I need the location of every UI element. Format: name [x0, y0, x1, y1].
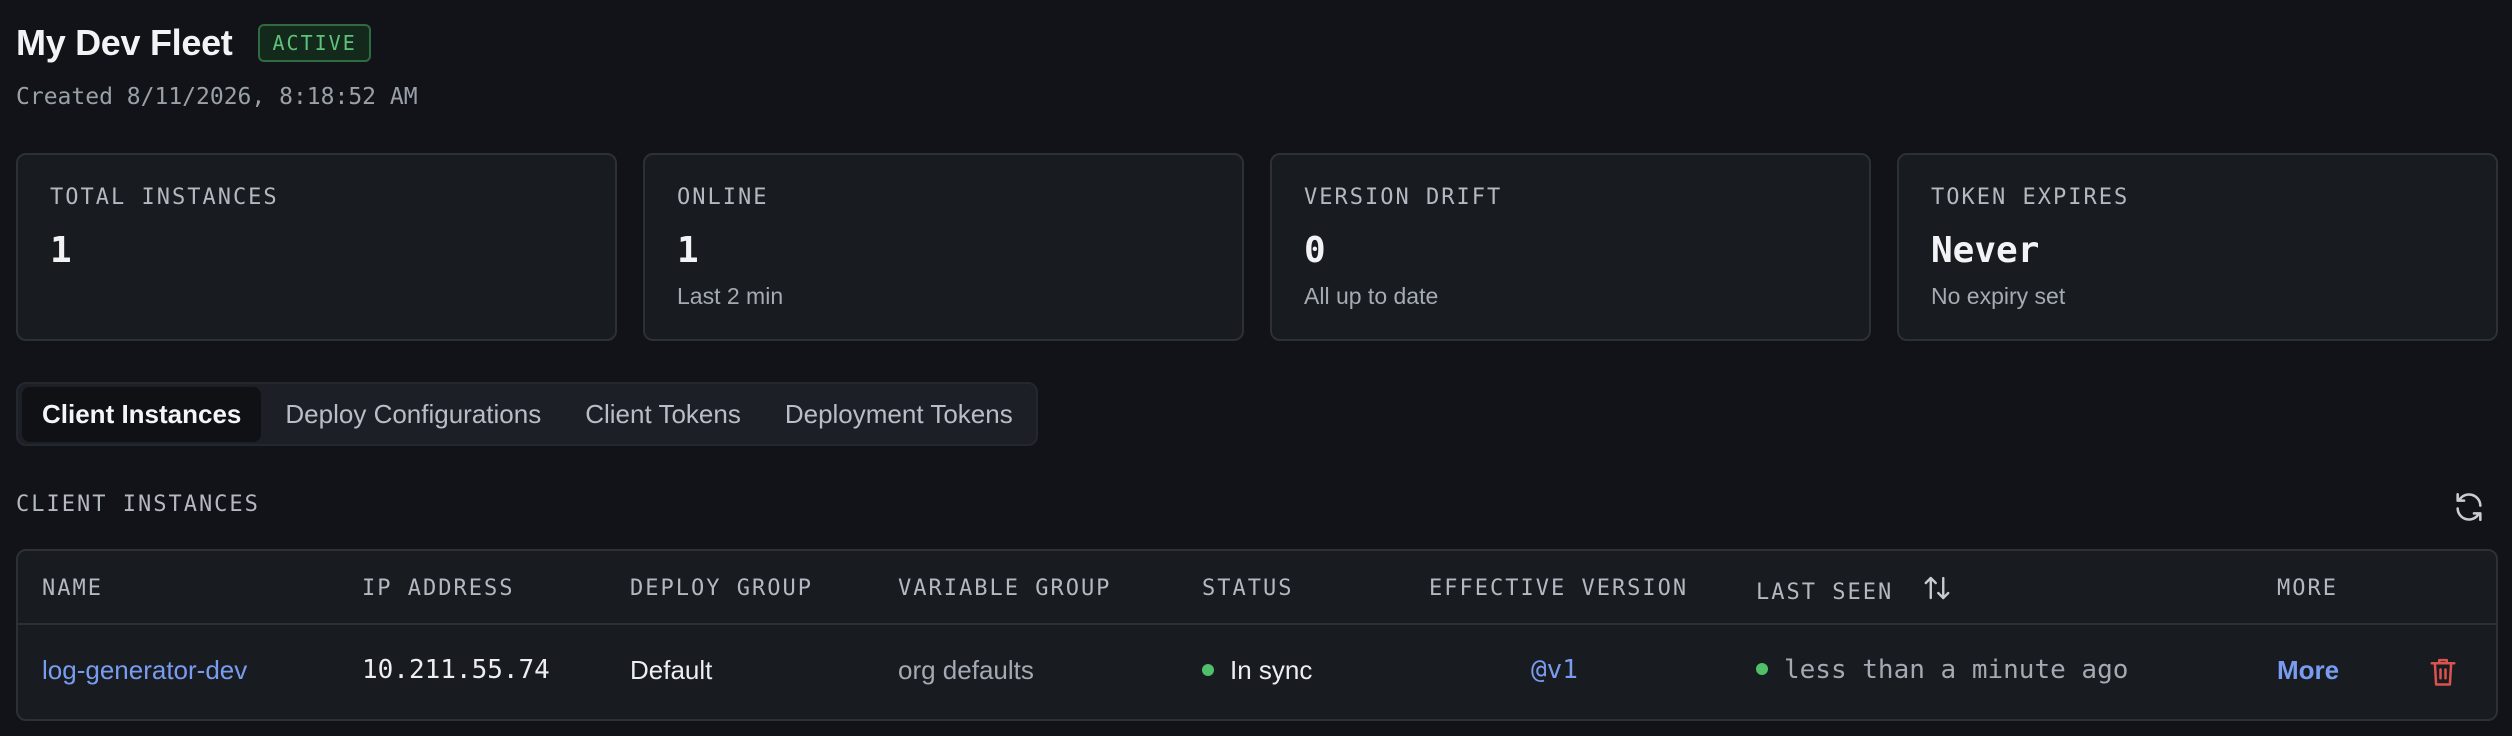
- table-row: log-generator-dev 10.211.55.74 Default o…: [18, 625, 2496, 719]
- tab-deploy-configurations[interactable]: Deploy Configurations: [265, 387, 561, 442]
- stats-cards: TOTAL INSTANCES 1 ONLINE 1 Last 2 min VE…: [16, 153, 2498, 341]
- stat-value: 1: [677, 230, 699, 271]
- client-instances-table: NAME IP ADDRESS DEPLOY GROUP VARIABLE GR…: [16, 549, 2498, 721]
- column-header-status: STATUS: [1202, 576, 1294, 601]
- column-header-last-seen[interactable]: LAST SEEN: [1756, 576, 1952, 610]
- status-badge: ACTIVE: [258, 24, 371, 62]
- column-header-name: NAME: [42, 576, 103, 601]
- last-seen-text: less than a minute ago: [1784, 655, 2129, 685]
- table-header: NAME IP ADDRESS DEPLOY GROUP VARIABLE GR…: [18, 551, 2496, 625]
- instance-name-link[interactable]: log-generator-dev: [42, 655, 247, 686]
- column-header-more: MORE: [2277, 576, 2338, 601]
- stat-card-total-instances: TOTAL INSTANCES 1: [16, 153, 617, 341]
- page-header: My Dev Fleet ACTIVE: [16, 22, 371, 64]
- deploy-group: Default: [630, 655, 713, 685]
- stat-label: TOKEN EXPIRES: [1931, 185, 2130, 210]
- column-header-deploy-group: DEPLOY GROUP: [630, 576, 813, 601]
- section-title: CLIENT INSTANCES: [16, 492, 260, 517]
- effective-version: @v1: [1531, 655, 1578, 685]
- stat-label: VERSION DRIFT: [1304, 185, 1503, 210]
- column-header-variable-group: VARIABLE GROUP: [898, 576, 1112, 601]
- status-text: In sync: [1230, 655, 1313, 685]
- more-link[interactable]: More: [2277, 655, 2339, 686]
- stat-value: 1: [50, 230, 72, 271]
- tab-client-instances[interactable]: Client Instances: [22, 386, 262, 442]
- stat-value: Never: [1931, 230, 2040, 271]
- stat-value: 0: [1304, 230, 1326, 271]
- tab-deployment-tokens[interactable]: Deployment Tokens: [765, 387, 1033, 442]
- stat-card-online: ONLINE 1 Last 2 min: [643, 153, 1244, 341]
- ip-address: 10.211.55.74: [362, 655, 550, 685]
- stat-subtext: No expiry set: [1931, 283, 2066, 309]
- last-seen-cell: less than a minute ago: [1756, 655, 2128, 685]
- stat-subtext: All up to date: [1304, 283, 1439, 309]
- tab-client-tokens[interactable]: Client Tokens: [565, 387, 761, 442]
- created-timestamp: Created 8/11/2026, 8:18:52 AM: [16, 84, 418, 110]
- stat-subtext: Last 2 min: [677, 283, 784, 309]
- status-dot-icon: [1202, 664, 1214, 677]
- sort-icon[interactable]: [1922, 574, 1952, 608]
- tab-bar: Client Instances Deploy Configurations C…: [16, 382, 1038, 446]
- variable-group: org defaults: [898, 655, 1034, 685]
- column-header-effective-version: EFFECTIVE VERSION: [1429, 576, 1689, 601]
- stat-card-token-expires: TOKEN EXPIRES Never No expiry set: [1897, 153, 2498, 341]
- column-header-ip: IP ADDRESS: [362, 576, 515, 601]
- stat-card-version-drift: VERSION DRIFT 0 All up to date: [1270, 153, 1871, 341]
- online-dot-icon: [1756, 662, 1768, 675]
- stat-label: TOTAL INSTANCES: [50, 185, 279, 210]
- refresh-icon[interactable]: [2452, 490, 2486, 524]
- page-title: My Dev Fleet: [16, 22, 233, 63]
- trash-icon[interactable]: [2428, 655, 2458, 689]
- column-header-last-seen-label: LAST SEEN: [1756, 580, 1894, 605]
- status-cell: In sync: [1202, 655, 1312, 686]
- stat-label: ONLINE: [677, 185, 769, 210]
